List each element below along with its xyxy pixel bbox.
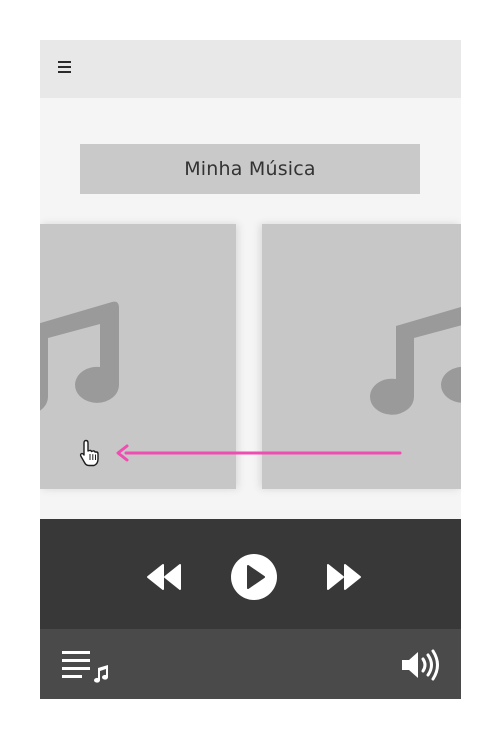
music-note-icon (40, 301, 120, 411)
album-card-previous[interactable] (40, 224, 236, 489)
top-bar (40, 40, 461, 98)
rewind-icon[interactable] (146, 563, 182, 591)
album-card-next[interactable] (262, 224, 461, 489)
app-window: Minha Música (40, 40, 461, 699)
music-note-icon (370, 306, 461, 415)
page-title: Minha Música (80, 144, 420, 194)
fast-forward-icon[interactable] (326, 563, 362, 591)
page-title-text: Minha Música (184, 158, 316, 180)
volume-icon[interactable] (400, 649, 440, 681)
play-icon[interactable] (230, 553, 278, 601)
hamburger-icon[interactable] (58, 61, 74, 77)
playlist-icon[interactable] (62, 649, 112, 685)
player-controls (40, 519, 461, 629)
bottom-bar (40, 629, 461, 699)
album-carousel[interactable] (40, 224, 461, 489)
